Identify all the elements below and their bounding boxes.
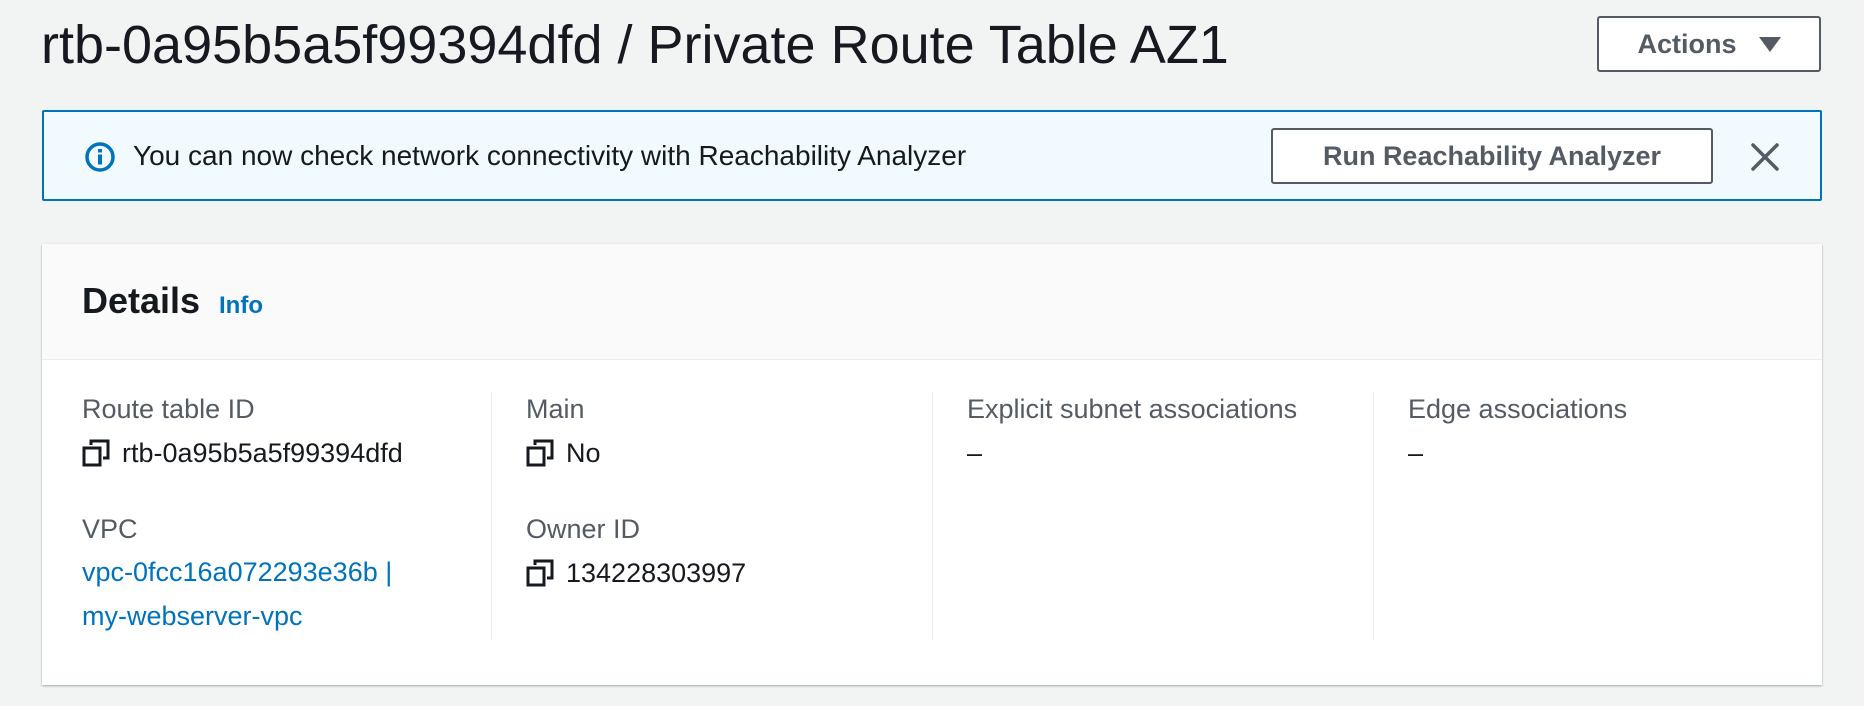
flash-message: You can now check network connectivity w… xyxy=(133,140,967,171)
vpc-link-line1[interactable]: vpc-0fcc16a072293e36b | xyxy=(82,550,482,594)
vpc-link-line2[interactable]: my-webserver-vpc xyxy=(82,594,482,638)
run-reachability-analyzer-button[interactable]: Run Reachability Analyzer xyxy=(1271,128,1713,184)
copy-icon[interactable] xyxy=(82,439,110,467)
route-table-id-label: Route table ID xyxy=(82,394,255,424)
copy-icon[interactable] xyxy=(526,559,554,587)
actions-button-label: Actions xyxy=(1637,28,1737,59)
owner-id-value: 134228303997 xyxy=(526,556,932,590)
caret-down-icon xyxy=(1758,36,1781,52)
details-column-2: Main No Owner ID 134228303997 xyxy=(491,392,932,640)
details-panel-header: Details Info xyxy=(42,244,1822,360)
close-icon[interactable] xyxy=(1747,139,1783,175)
copy-icon[interactable] xyxy=(526,439,554,467)
info-flash-banner: You can now check network connectivity w… xyxy=(42,110,1822,201)
owner-id-text: 134228303997 xyxy=(566,558,747,588)
edge-associations-value: – xyxy=(1408,438,1424,468)
vpc-label: VPC xyxy=(82,514,138,544)
main-label: Main xyxy=(526,394,585,424)
route-table-id-value: rtb-0a95b5a5f99394dfd xyxy=(82,436,482,470)
actions-button[interactable]: Actions xyxy=(1597,16,1821,72)
info-circle-icon xyxy=(85,142,115,172)
info-link[interactable]: Info xyxy=(219,292,263,320)
details-title: Details xyxy=(82,280,201,321)
page-title: rtb-0a95b5a5f99394dfd / Private Route Ta… xyxy=(41,15,1229,75)
edge-associations-label: Edge associations xyxy=(1408,394,1628,424)
details-column-3: Explicit subnet associations – xyxy=(932,392,1373,640)
details-panel: Details Info Route table ID rtb-0a95b5a5… xyxy=(42,244,1822,685)
explicit-subnet-associations-label: Explicit subnet associations xyxy=(967,394,1298,424)
owner-id-label: Owner ID xyxy=(526,514,641,544)
route-table-id-text: rtb-0a95b5a5f99394dfd xyxy=(122,438,403,468)
main-value: No xyxy=(526,436,932,470)
details-column-1: Route table ID rtb-0a95b5a5f99394dfd VPC… xyxy=(82,392,482,640)
vpc-link[interactable]: vpc-0fcc16a072293e36b | my-webserver-vpc xyxy=(82,550,482,638)
details-column-4: Edge associations – xyxy=(1373,392,1813,640)
explicit-subnet-associations-value: – xyxy=(967,438,983,468)
main-text: No xyxy=(566,438,601,468)
